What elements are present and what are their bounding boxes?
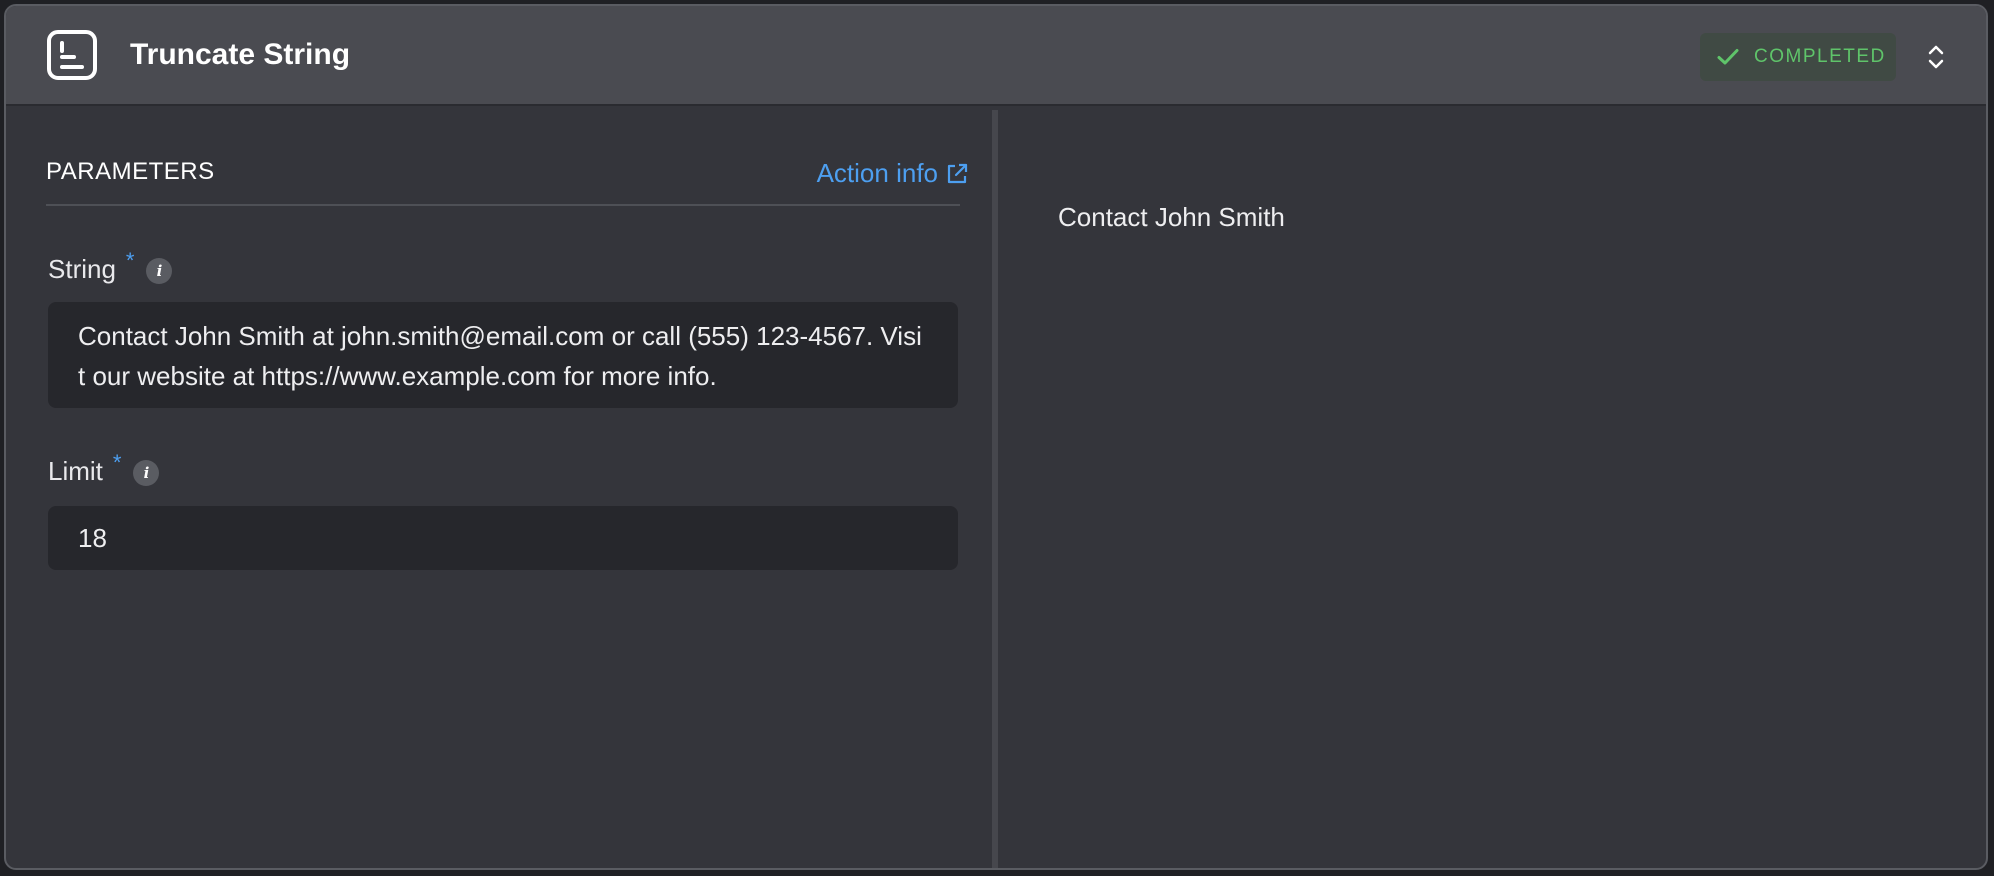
- string-input[interactable]: Contact John Smith at john.smith@email.c…: [48, 302, 958, 408]
- result-output: Contact John Smith: [1058, 202, 1285, 232]
- info-icon[interactable]: i: [133, 460, 160, 486]
- action-info-link[interactable]: Action info: [817, 158, 968, 189]
- status-badge: COMPLETED: [1700, 33, 1896, 81]
- chevron-up-down-icon[interactable]: [1924, 42, 1948, 72]
- text-document-icon: [47, 30, 97, 80]
- parameters-panel: PARAMETERS Action info String * i Contac…: [6, 106, 992, 868]
- parameters-heading: PARAMETERS: [46, 158, 215, 185]
- info-icon[interactable]: i: [146, 258, 173, 284]
- action-info-label: Action info: [816, 158, 938, 188]
- card-header[interactable]: Truncate String COMPLETED: [6, 6, 1986, 106]
- limit-label-text: Limit: [48, 456, 103, 486]
- required-asterisk: *: [112, 450, 122, 475]
- external-link-icon: [947, 163, 968, 183]
- required-asterisk: *: [125, 248, 135, 273]
- checkmark-icon: [1717, 49, 1739, 65]
- limit-input[interactable]: 18: [48, 506, 958, 570]
- panel-splitter[interactable]: [992, 110, 998, 868]
- page-title: Truncate String: [130, 38, 351, 71]
- string-field-label: String * i: [48, 248, 173, 285]
- status-text: COMPLETED: [1754, 46, 1886, 67]
- action-card: Truncate String COMPLETED PARAMETERS Act…: [4, 4, 1988, 870]
- string-label-text: String: [48, 254, 116, 284]
- section-divider: [46, 204, 960, 206]
- limit-field-label: Limit * i: [48, 450, 160, 487]
